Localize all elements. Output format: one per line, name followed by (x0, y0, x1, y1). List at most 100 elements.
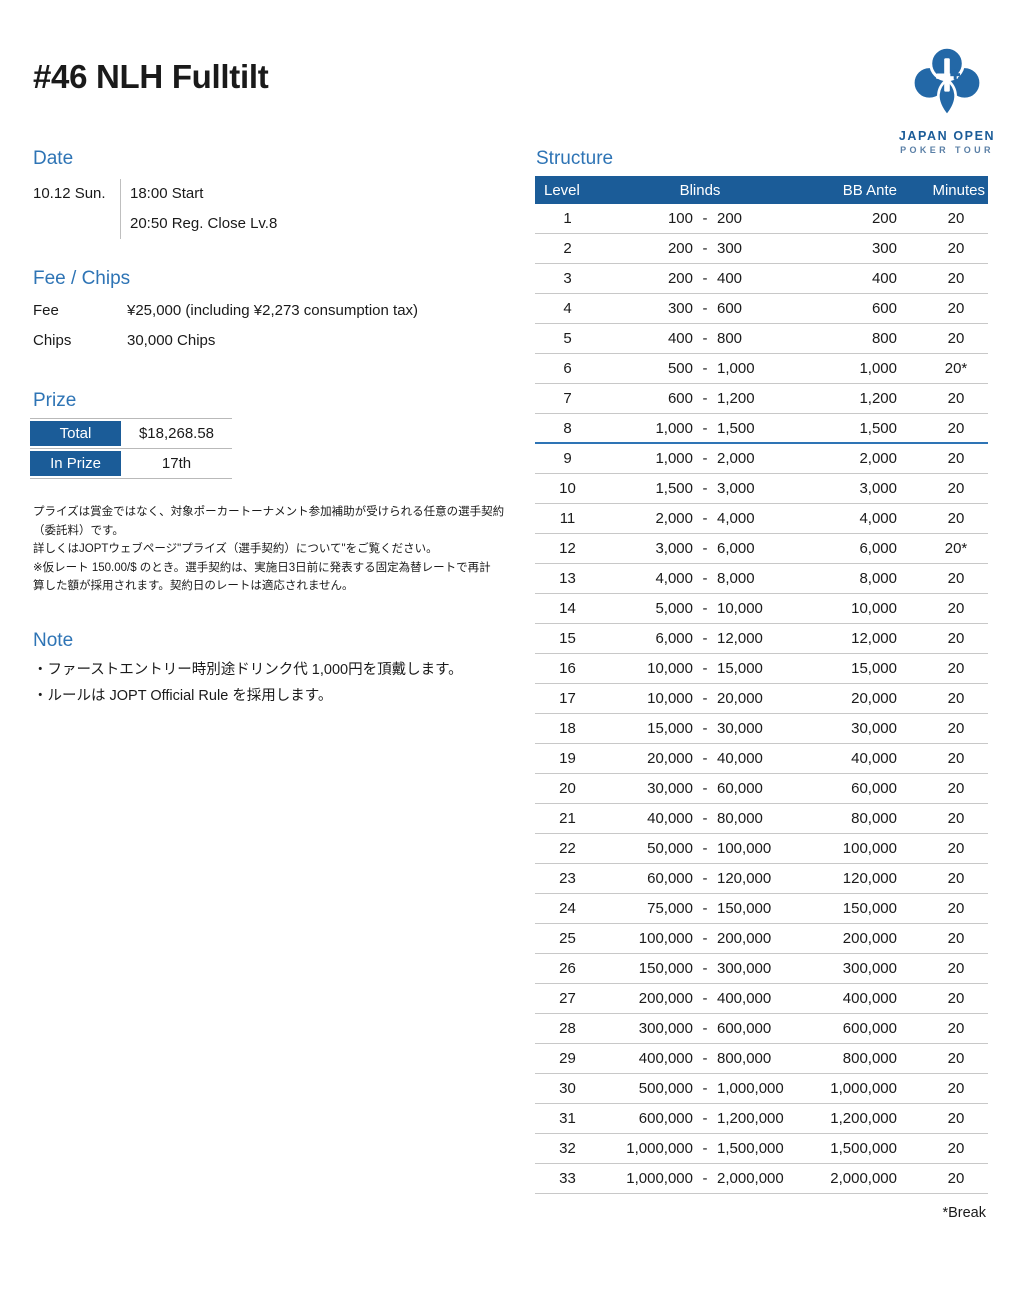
blinds-dash: - (693, 540, 717, 557)
minutes-cell: 20 (902, 210, 988, 227)
structure-level-row: 5 400 - 800 800 20 (535, 324, 988, 354)
small-blind-cell: 40,000 (600, 810, 693, 827)
big-blind-cell: 1,000,000 (717, 1080, 800, 1097)
minutes-cell: 20 (902, 570, 988, 587)
bb-ante-cell: 800 (800, 330, 902, 347)
small-blind-cell: 200 (600, 270, 693, 287)
level-cell: 33 (535, 1170, 600, 1187)
jopt-club-logo-icon (903, 38, 991, 126)
tournament-sheet-page: #46 NLH Fulltilt JAPAN OPEN POKER TOUR D… (0, 0, 1035, 1298)
structure-table-header: Level Blinds BB Ante Minutes (535, 176, 988, 204)
structure-level-row: 15 6,000 - 12,000 12,000 20 (535, 624, 988, 654)
logo-text-poker-tour: POKER TOUR (888, 145, 1006, 155)
small-blind-cell: 50,000 (600, 840, 693, 857)
big-blind-cell: 6,000 (717, 540, 800, 557)
small-blind-cell: 150,000 (600, 960, 693, 977)
big-blind-cell: 150,000 (717, 900, 800, 917)
bb-ante-cell: 4,000 (800, 510, 902, 527)
structure-table-body: 1 100 - 200 200 20 2 200 - 300 300 20 3 … (535, 204, 988, 1194)
minutes-cell: 20 (902, 630, 988, 647)
small-blind-cell: 600 (600, 390, 693, 407)
structure-level-row: 20 30,000 - 60,000 60,000 20 (535, 774, 988, 804)
big-blind-cell: 30,000 (717, 720, 800, 737)
level-cell: 31 (535, 1110, 600, 1127)
big-blind-cell: 600,000 (717, 1020, 800, 1037)
minutes-cell: 20 (902, 420, 988, 437)
minutes-cell: 20 (902, 660, 988, 677)
minutes-cell: 20 (902, 240, 988, 257)
prize-table: Total $18,268.58 In Prize 17th (30, 418, 232, 479)
blinds-dash: - (693, 990, 717, 1007)
blinds-dash: - (693, 1050, 717, 1067)
big-blind-cell: 2,000,000 (717, 1170, 800, 1187)
small-blind-cell: 3,000 (600, 540, 693, 557)
date-time-line: 20:50 Reg. Close Lv.8 (130, 209, 277, 239)
bb-ante-cell: 150,000 (800, 900, 902, 917)
prize-disclaimer-line: （委託料）です。 (33, 522, 513, 541)
logo-text-japan-open: JAPAN OPEN (888, 129, 1006, 143)
minutes-cell: 20 (902, 1140, 988, 1157)
bb-ante-cell: 120,000 (800, 870, 902, 887)
structure-heading: Structure (536, 148, 613, 170)
bb-ante-cell: 1,000 (800, 360, 902, 377)
big-blind-cell: 80,000 (717, 810, 800, 827)
blinds-dash: - (693, 390, 717, 407)
blinds-dash: - (693, 720, 717, 737)
prize-disclaimer-line: 詳しくはJOPTウェブページ"プライズ（選手契約）について"をご覧ください。 (33, 540, 513, 559)
big-blind-cell: 12,000 (717, 630, 800, 647)
level-cell: 19 (535, 750, 600, 767)
big-blind-cell: 1,500 (717, 420, 800, 437)
small-blind-cell: 500,000 (600, 1080, 693, 1097)
bb-ante-cell: 15,000 (800, 660, 902, 677)
fee-chips-heading: Fee / Chips (33, 268, 130, 290)
big-blind-cell: 20,000 (717, 690, 800, 707)
fee-chips-row: Fee ¥25,000 (including ¥2,273 consumptio… (33, 296, 418, 326)
level-cell: 5 (535, 330, 600, 347)
minutes-cell: 20 (902, 1080, 988, 1097)
bb-ante-cell: 8,000 (800, 570, 902, 587)
fee-chips-value: ¥25,000 (including ¥2,273 consumption ta… (127, 296, 418, 326)
structure-level-row: 9 1,000 - 2,000 2,000 20 (535, 444, 988, 474)
big-blind-cell: 1,200,000 (717, 1110, 800, 1127)
bb-ante-cell: 2,000,000 (800, 1170, 902, 1187)
small-blind-cell: 300,000 (600, 1020, 693, 1037)
minutes-cell: 20 (902, 690, 988, 707)
minutes-cell: 20 (902, 450, 988, 467)
structure-level-row: 1 100 - 200 200 20 (535, 204, 988, 234)
blinds-dash: - (693, 570, 717, 587)
minutes-cell: 20 (902, 1110, 988, 1127)
structure-level-row: 29 400,000 - 800,000 800,000 20 (535, 1044, 988, 1074)
bb-ante-cell: 100,000 (800, 840, 902, 857)
bb-ante-cell: 1,200,000 (800, 1110, 902, 1127)
blinds-dash: - (693, 480, 717, 497)
small-blind-cell: 400,000 (600, 1050, 693, 1067)
level-cell: 20 (535, 780, 600, 797)
structure-table: Level Blinds BB Ante Minutes 1 100 - 200… (535, 176, 988, 1194)
minutes-cell: 20 (902, 750, 988, 767)
structure-level-row: 16 10,000 - 15,000 15,000 20 (535, 654, 988, 684)
minutes-cell: 20 (902, 780, 988, 797)
structure-level-row: 31 600,000 - 1,200,000 1,200,000 20 (535, 1104, 988, 1134)
level-cell: 18 (535, 720, 600, 737)
minutes-cell: 20 (902, 300, 988, 317)
level-cell: 3 (535, 270, 600, 287)
column-header-blinds: Blinds (600, 182, 800, 199)
bb-ante-cell: 3,000 (800, 480, 902, 497)
structure-level-row: 33 1,000,000 - 2,000,000 2,000,000 20 (535, 1164, 988, 1194)
minutes-cell: 20 (902, 720, 988, 737)
small-blind-cell: 5,000 (600, 600, 693, 617)
blinds-dash: - (693, 870, 717, 887)
structure-level-row: 22 50,000 - 100,000 100,000 20 (535, 834, 988, 864)
prize-row-value: 17th (121, 449, 232, 478)
structure-level-row: 19 20,000 - 40,000 40,000 20 (535, 744, 988, 774)
big-blind-cell: 1,000 (717, 360, 800, 377)
blinds-dash: - (693, 780, 717, 797)
structure-level-row: 8 1,000 - 1,500 1,500 20 (535, 414, 988, 444)
structure-level-row: 26 150,000 - 300,000 300,000 20 (535, 954, 988, 984)
blinds-dash: - (693, 270, 717, 287)
big-blind-cell: 10,000 (717, 600, 800, 617)
prize-row: Total $18,268.58 (30, 419, 232, 449)
prize-row-value: $18,268.58 (121, 419, 232, 448)
blinds-dash: - (693, 750, 717, 767)
fee-chips-label: Fee (33, 296, 127, 326)
